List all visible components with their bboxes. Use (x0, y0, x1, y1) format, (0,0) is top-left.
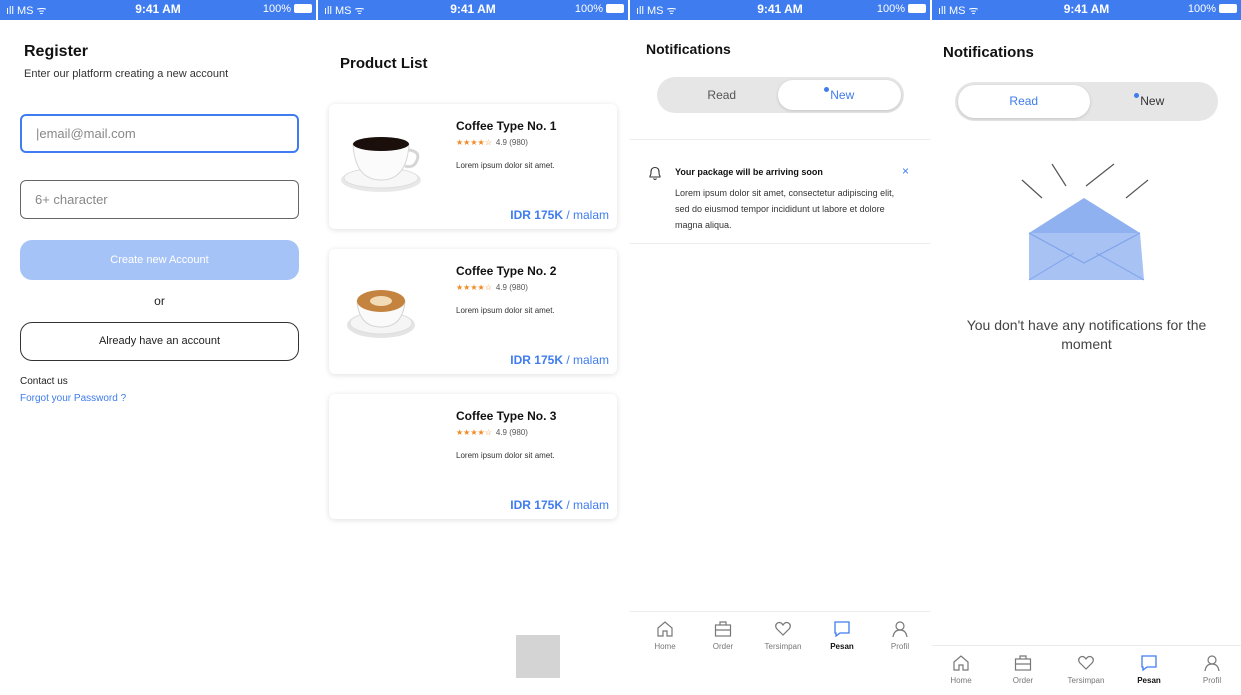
product-card[interactable]: Coffee Type No. 3 ★★★★☆ 4.9 (980) Lorem i… (329, 394, 617, 519)
page-title: Notifications (943, 44, 1034, 61)
notification-body: Lorem ipsum dolor sit amet, consectetur … (675, 188, 895, 230)
notification-heading: Your package will be arriving soon (675, 167, 823, 177)
tab-read[interactable]: Read (660, 80, 784, 110)
star-rating-icon: ★★★★☆ (456, 138, 492, 147)
nav-home[interactable]: Home (934, 654, 988, 685)
product-card[interactable]: Coffee Type No. 1 ★★★★☆ 4.9 (980) Lorem i… (329, 104, 617, 229)
product-name: Coffee Type No. 2 (456, 264, 557, 278)
battery-indicator: 100% (877, 3, 926, 15)
page-title: Product List (340, 55, 428, 72)
coffee-cup-image (341, 137, 421, 192)
empty-state-text: You don't have any notifications for the… (966, 317, 1207, 352)
home-icon (953, 655, 969, 671)
home-icon (657, 621, 673, 637)
status-bar: ıll MS ᯤ 9:41 AM 100% (318, 0, 628, 20)
nav-order[interactable]: Order (696, 620, 750, 651)
latte-cup-image (347, 290, 415, 338)
heart-icon (1078, 655, 1094, 670)
password-field[interactable]: 6+ character (20, 180, 299, 219)
unread-dot-icon (824, 87, 830, 92)
bottom-nav: Home Order Tersimpan Pesan Profil (932, 646, 1241, 695)
battery-icon (606, 4, 624, 13)
product-name: Coffee Type No. 3 (456, 409, 557, 423)
nav-profil[interactable]: Profil (873, 620, 927, 651)
unread-dot-icon (1134, 93, 1140, 98)
notifications-read-screen: ıll MS ᯤ 9:41 AM 100% Notifications Read… (932, 0, 1241, 695)
product-description: Lorem ipsum dolor sit amet. (456, 451, 555, 460)
briefcase-icon (1014, 655, 1032, 671)
status-bar: ıll MS ᯤ 9:41 AM 100% (0, 0, 316, 20)
nav-profil[interactable]: Profil (1185, 654, 1239, 685)
product-rating: ★★★★☆ 4.9 (980) (456, 283, 528, 292)
notification-segmented-control: Read New (955, 82, 1218, 121)
product-card[interactable]: Coffee Type No. 2 ★★★★☆ 4.9 (980) Lorem i… (329, 249, 617, 374)
user-icon (1204, 655, 1220, 672)
bottom-nav: Home Order Tersimpan Pesan Profil (630, 612, 930, 662)
star-rating-icon: ★★★★☆ (456, 283, 492, 292)
battery-indicator: 100% (263, 3, 312, 15)
divider (630, 243, 930, 244)
notification-segmented-control: Read New (657, 77, 904, 113)
register-screen: ıll MS ᯤ 9:41 AM 100% Register Enter our… (0, 0, 316, 695)
battery-indicator: 100% (575, 3, 624, 15)
forgot-password-link[interactable]: Forgot your Password ? (20, 393, 126, 404)
star-rating-icon: ★★★★☆ (456, 428, 492, 437)
tab-new[interactable]: New (777, 80, 901, 110)
battery-icon (1219, 4, 1237, 13)
product-rating: ★★★★☆ 4.9 (980) (456, 428, 528, 437)
product-price: IDR 175K / malam (510, 353, 609, 367)
nav-pesan[interactable]: Pesan (1122, 654, 1176, 685)
chat-icon (1141, 655, 1157, 672)
nav-tersimpan[interactable]: Tersimpan (756, 620, 810, 651)
open-envelope-icon (1021, 163, 1149, 281)
product-list-screen: ıll MS ᯤ 9:41 AM 100% Product List Coffe… (318, 0, 628, 695)
divider (630, 139, 930, 140)
chat-icon (834, 621, 850, 638)
page-subtitle: Enter our platform creating a new accoun… (24, 68, 229, 80)
contact-link[interactable]: Contact us (20, 376, 68, 387)
tab-read[interactable]: Read (958, 85, 1090, 118)
scroll-thumb[interactable] (516, 635, 560, 678)
status-bar: ıll MS ᯤ 9:41 AM 100% (630, 0, 930, 20)
or-divider-text: or (154, 294, 165, 308)
product-description: Lorem ipsum dolor sit amet. (456, 306, 555, 315)
nav-order[interactable]: Order (996, 654, 1050, 685)
page-title: Register (24, 43, 89, 60)
tab-new[interactable]: New (1084, 85, 1216, 118)
product-price: IDR 175K / malam (510, 498, 609, 512)
close-icon[interactable]: × (902, 164, 909, 178)
product-price: IDR 175K / malam (510, 208, 609, 222)
product-rating: ★★★★☆ 4.9 (980) (456, 138, 528, 147)
nav-pesan[interactable]: Pesan (815, 620, 869, 651)
battery-icon (294, 4, 312, 13)
bell-icon (649, 166, 661, 181)
battery-indicator: 100% (1188, 3, 1237, 15)
battery-icon (908, 4, 926, 13)
product-name: Coffee Type No. 1 (456, 119, 557, 133)
product-description: Lorem ipsum dolor sit amet. (456, 161, 555, 170)
nav-home[interactable]: Home (638, 620, 692, 651)
heart-icon (775, 621, 791, 636)
user-icon (892, 621, 908, 638)
status-bar: ıll MS ᯤ 9:41 AM 100% (932, 0, 1241, 20)
nav-tersimpan[interactable]: Tersimpan (1059, 654, 1113, 685)
page-title: Notifications (646, 41, 731, 57)
notifications-new-screen: ıll MS ᯤ 9:41 AM 100% Notifications Read… (630, 0, 930, 695)
login-button[interactable]: Already have an account (20, 322, 299, 361)
create-account-button[interactable]: Create new Account (20, 240, 299, 280)
email-field[interactable]: |email@mail.com (20, 114, 299, 153)
briefcase-icon (714, 621, 732, 637)
